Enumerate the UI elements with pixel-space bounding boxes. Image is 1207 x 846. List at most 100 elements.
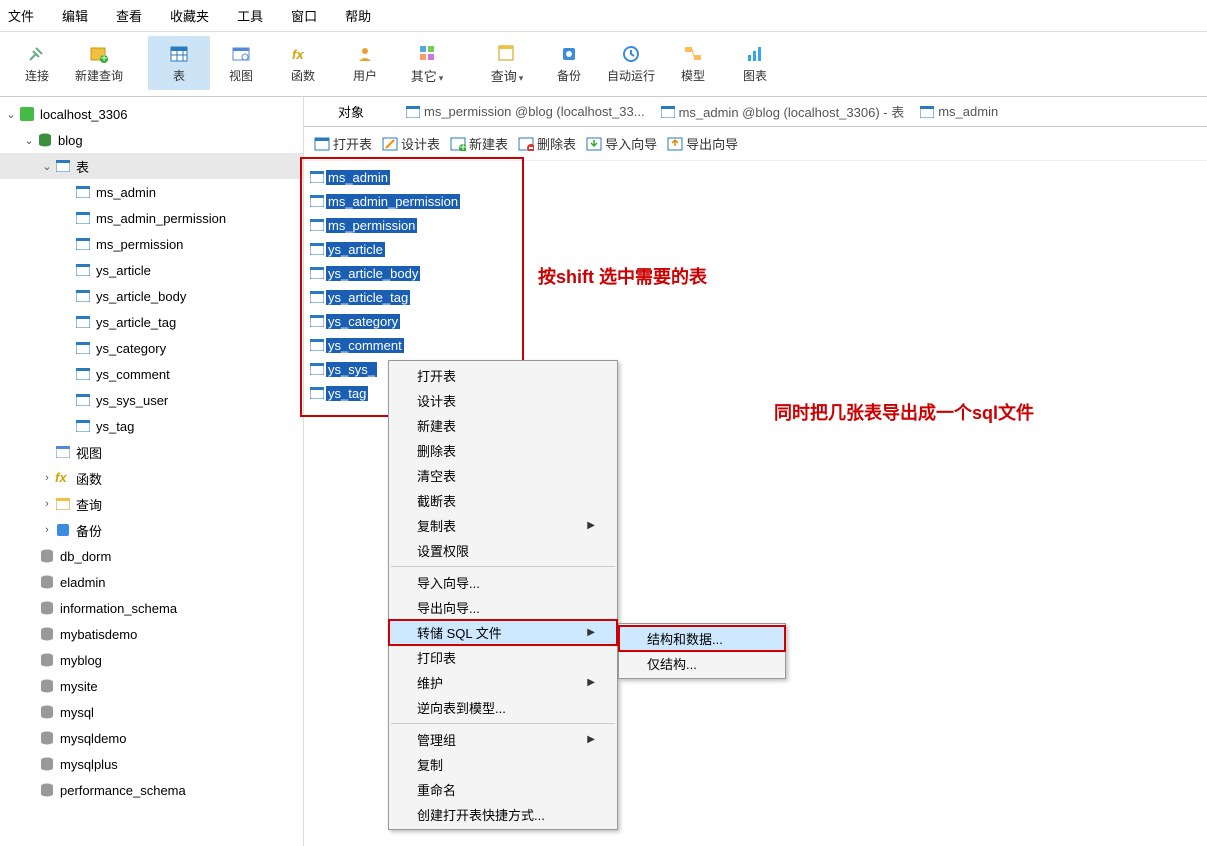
- tree-database-closed[interactable]: mysql: [0, 699, 303, 725]
- ctx-empty-table[interactable]: 清空表: [389, 463, 617, 488]
- ctx-open-table[interactable]: 打开表: [389, 363, 617, 388]
- tab-admin2[interactable]: ms_admin: [912, 100, 1006, 123]
- table-icon: [74, 184, 92, 200]
- table-icon: [310, 243, 324, 255]
- tool-view[interactable]: 视图: [210, 36, 272, 90]
- tree-backups[interactable]: ›备份: [0, 517, 303, 543]
- tree-database-closed[interactable]: mybatisdemo: [0, 621, 303, 647]
- tree-table-item[interactable]: ys_tag: [0, 413, 303, 439]
- database-icon: [36, 132, 54, 148]
- menu-window[interactable]: 窗口: [291, 6, 317, 25]
- view-icon: [54, 444, 72, 460]
- ctx-copy[interactable]: 复制: [389, 752, 617, 777]
- ctx-export-wizard[interactable]: 导出向导...: [389, 595, 617, 620]
- tree-tables-node[interactable]: ⌄表: [0, 153, 303, 179]
- tab-permission[interactable]: ms_permission @blog (localhost_33...: [398, 100, 653, 123]
- ctx-design-table[interactable]: 设计表: [389, 388, 617, 413]
- newquery-icon: +: [88, 43, 110, 65]
- menu-view[interactable]: 查看: [116, 6, 142, 25]
- database-icon: [38, 600, 56, 616]
- tool-chart[interactable]: 图表: [724, 36, 786, 90]
- tab-admin[interactable]: ms_admin @blog (localhost_3306) - 表: [653, 98, 913, 125]
- selected-table-item[interactable]: ys_article: [310, 237, 1201, 261]
- selected-table-item[interactable]: ms_admin_permission: [310, 189, 1201, 213]
- ctx-maintain[interactable]: 维护▶: [389, 670, 617, 695]
- tool-model[interactable]: 模型: [662, 36, 724, 90]
- action-open-table[interactable]: 打开表: [310, 132, 376, 155]
- ctx-set-permission[interactable]: 设置权限: [389, 538, 617, 563]
- tool-function[interactable]: fx函数: [272, 36, 334, 90]
- tree-queries[interactable]: ›查询: [0, 491, 303, 517]
- tool-other[interactable]: 其它▾: [396, 36, 458, 90]
- tree-database-closed[interactable]: db_dorm: [0, 543, 303, 569]
- selected-table-item[interactable]: ys_article_body: [310, 261, 1201, 285]
- ctx-reverse-to-model[interactable]: 逆向表到模型...: [389, 695, 617, 720]
- menu-file[interactable]: 文件: [8, 6, 34, 25]
- tool-autorun[interactable]: 自动运行: [600, 36, 662, 90]
- user-icon: [354, 43, 376, 65]
- tree-database-closed[interactable]: myblog: [0, 647, 303, 673]
- tree-table-item[interactable]: ys_category: [0, 335, 303, 361]
- tree-connection[interactable]: ⌄localhost_3306: [0, 101, 303, 127]
- selected-table-item[interactable]: ys_article_tag: [310, 285, 1201, 309]
- action-new-table[interactable]: +新建表: [446, 132, 512, 155]
- table-icon: [74, 366, 92, 382]
- tree-database-closed[interactable]: mysqldemo: [0, 725, 303, 751]
- tree-table-item[interactable]: ms_admin_permission: [0, 205, 303, 231]
- action-import[interactable]: 导入向导: [582, 132, 661, 155]
- tree-table-item[interactable]: ms_permission: [0, 231, 303, 257]
- svg-text:fx: fx: [55, 471, 67, 485]
- table-icon: [310, 195, 324, 207]
- tool-query[interactable]: 查询▾: [476, 36, 538, 90]
- selected-table-item[interactable]: ys_comment: [310, 333, 1201, 357]
- tree-database-closed[interactable]: mysite: [0, 673, 303, 699]
- menu-favorites[interactable]: 收藏夹: [170, 6, 209, 25]
- ctx-truncate-table[interactable]: 截断表: [389, 488, 617, 513]
- tree-functions[interactable]: ›fx函数: [0, 465, 303, 491]
- menu-edit[interactable]: 编辑: [62, 6, 88, 25]
- submenu-structure-only[interactable]: 仅结构...: [619, 651, 785, 676]
- tree-table-item[interactable]: ys_comment: [0, 361, 303, 387]
- tool-newquery[interactable]: +新建查询: [68, 36, 130, 90]
- submenu-structure-data[interactable]: 结构和数据...: [619, 626, 785, 651]
- selected-table-item[interactable]: ms_permission: [310, 213, 1201, 237]
- connection-icon: [18, 106, 36, 122]
- action-export[interactable]: 导出向导: [663, 132, 742, 155]
- tool-table[interactable]: 表: [148, 36, 210, 90]
- ctx-manage-group[interactable]: 管理组▶: [389, 727, 617, 752]
- ctx-copy-table[interactable]: 复制表▶: [389, 513, 617, 538]
- separator: [391, 723, 615, 724]
- tree-table-item[interactable]: ys_sys_user: [0, 387, 303, 413]
- tree-table-item[interactable]: ys_article_body: [0, 283, 303, 309]
- tree-database-closed[interactable]: information_schema: [0, 595, 303, 621]
- ctx-new-table[interactable]: 新建表: [389, 413, 617, 438]
- tree-table-item[interactable]: ms_admin: [0, 179, 303, 205]
- tree-database[interactable]: ⌄blog: [0, 127, 303, 153]
- action-delete-table[interactable]: 删除表: [514, 132, 580, 155]
- tool-connect[interactable]: 连接: [6, 36, 68, 90]
- action-design-table[interactable]: 设计表: [378, 132, 444, 155]
- ctx-dump-sql[interactable]: 转储 SQL 文件▶: [389, 620, 617, 645]
- ctx-create-shortcut[interactable]: 创建打开表快捷方式...: [389, 802, 617, 827]
- ctx-import-wizard[interactable]: 导入向导...: [389, 570, 617, 595]
- actionbar: 打开表 设计表 +新建表 删除表 导入向导 导出向导: [304, 127, 1207, 161]
- selected-table-item[interactable]: ys_category: [310, 309, 1201, 333]
- tree-database-closed[interactable]: performance_schema: [0, 777, 303, 803]
- svg-text:+: +: [459, 139, 466, 151]
- tree-database-closed[interactable]: eladmin: [0, 569, 303, 595]
- tree-table-item[interactable]: ys_article: [0, 257, 303, 283]
- tab-objects[interactable]: 对象: [304, 98, 398, 125]
- separator: [391, 566, 615, 567]
- database-icon: [38, 704, 56, 720]
- ctx-print-table[interactable]: 打印表: [389, 645, 617, 670]
- selected-table-item[interactable]: ms_admin: [310, 165, 1201, 189]
- ctx-rename[interactable]: 重命名: [389, 777, 617, 802]
- tree-database-closed[interactable]: mysqlplus: [0, 751, 303, 777]
- tool-user[interactable]: 用户: [334, 36, 396, 90]
- menu-help[interactable]: 帮助: [345, 6, 371, 25]
- menu-tools[interactable]: 工具: [237, 6, 263, 25]
- ctx-delete-table[interactable]: 删除表: [389, 438, 617, 463]
- tool-backup[interactable]: 备份: [538, 36, 600, 90]
- tree-table-item[interactable]: ys_article_tag: [0, 309, 303, 335]
- tree-views[interactable]: 视图: [0, 439, 303, 465]
